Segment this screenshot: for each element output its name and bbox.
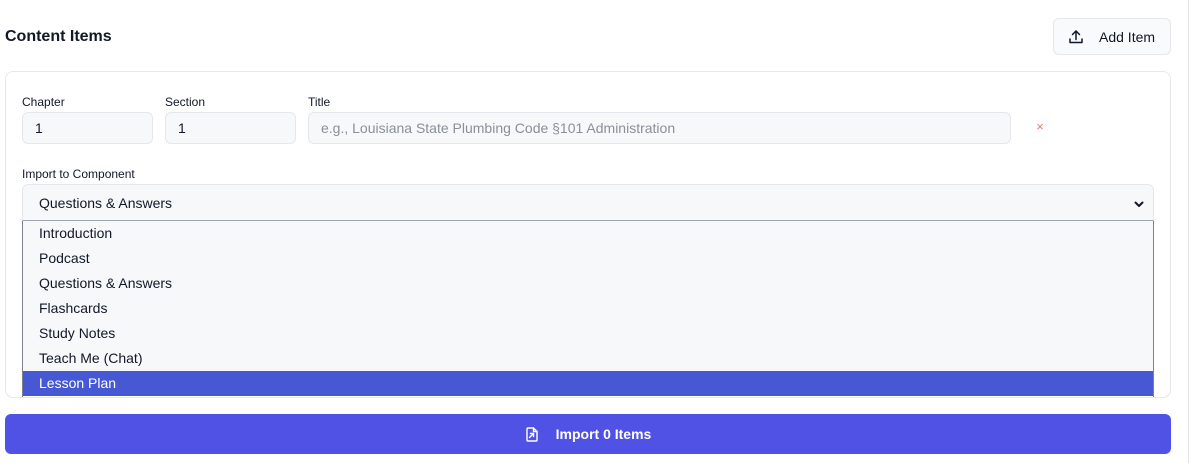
scrollbar-edge <box>1188 0 1189 463</box>
component-select[interactable]: Questions & Answers <box>22 184 1154 221</box>
add-item-button[interactable]: Add Item <box>1053 18 1171 55</box>
option-teach-me-chat[interactable]: Teach Me (Chat) <box>23 346 1153 371</box>
option-introduction[interactable]: Introduction <box>23 221 1153 246</box>
content-items-header: Content Items Add Item <box>0 18 1180 56</box>
content-item-card: Chapter 1 Section 1 Title e.g., Louisian… <box>5 71 1171 398</box>
option-study-notes[interactable]: Study Notes <box>23 321 1153 346</box>
chevron-down-icon <box>1133 197 1145 209</box>
option-questions-answers[interactable]: Questions & Answers <box>23 271 1153 296</box>
import-items-button[interactable]: Import 0 Items <box>5 414 1171 454</box>
component-select-value: Questions & Answers <box>39 194 173 211</box>
component-dropdown-list: Introduction Podcast Questions & Answers… <box>22 221 1154 397</box>
option-lesson-plan[interactable]: Lesson Plan <box>23 371 1153 396</box>
file-import-icon <box>525 426 539 442</box>
option-flashcards[interactable]: Flashcards <box>23 296 1153 321</box>
title-label: Title <box>308 95 331 109</box>
add-item-label: Add Item <box>1099 28 1156 45</box>
chapter-label: Chapter <box>22 95 65 109</box>
remove-item-icon[interactable]: × <box>1034 120 1046 134</box>
upload-icon <box>1068 29 1084 45</box>
section-label: Section <box>165 95 206 109</box>
section-title: Content Items <box>5 28 112 45</box>
component-label: Import to Component <box>22 167 135 181</box>
chapter-input[interactable]: 1 <box>22 112 153 144</box>
title-input[interactable]: e.g., Louisiana State Plumbing Code §101… <box>308 112 1011 144</box>
option-podcast[interactable]: Podcast <box>23 246 1153 271</box>
import-items-label: Import 0 Items <box>555 426 652 442</box>
section-input[interactable]: 1 <box>165 112 296 144</box>
